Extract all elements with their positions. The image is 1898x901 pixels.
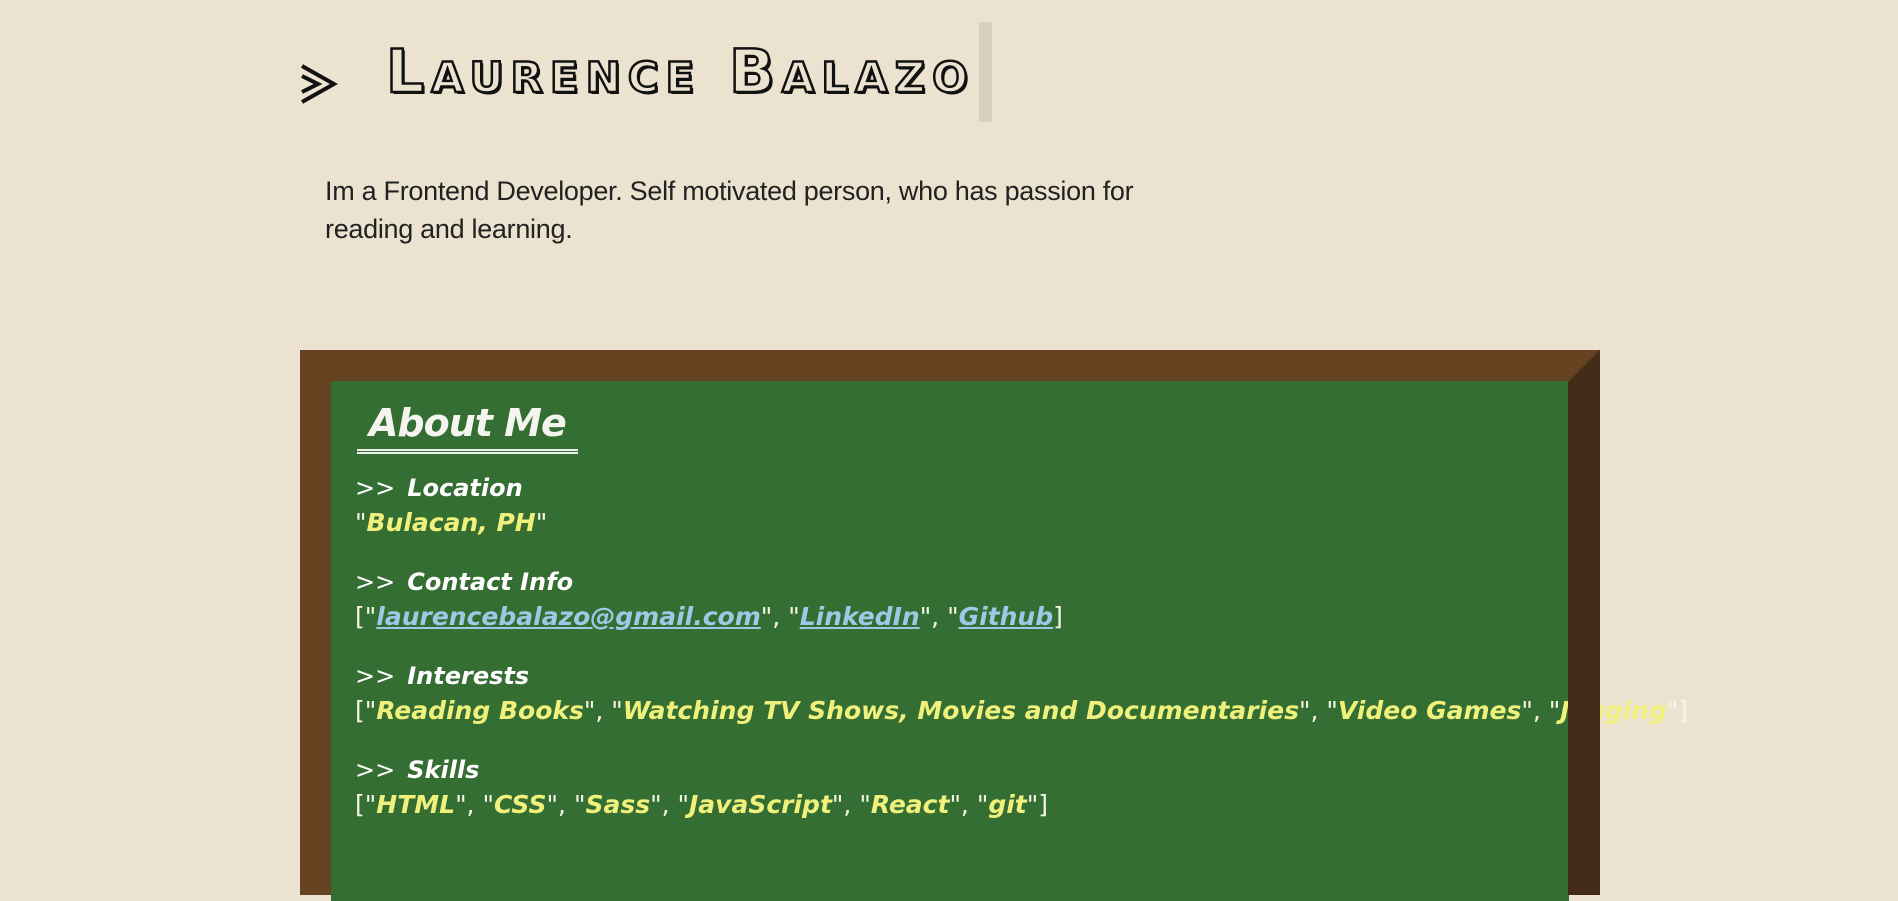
location-value-line: "Bulacan, PH": [355, 508, 548, 537]
github-link[interactable]: Github: [959, 602, 1054, 631]
interests-label-line: >> Interests: [355, 659, 1688, 693]
location-label-line: >> Location: [355, 471, 547, 505]
skills-label: Skills: [407, 756, 480, 784]
about-me-heading: About Me: [357, 401, 578, 454]
skill-item: JavaScript: [689, 790, 832, 819]
skill-item: HTML: [376, 790, 456, 819]
text-cursor: [978, 22, 992, 122]
skills-label-line: >> Skills: [355, 753, 1048, 787]
arrows-marker: >>: [355, 568, 396, 596]
interests-section: >> Interests ["Reading Books", "Watching …: [355, 659, 1688, 729]
page-title: Laurence Balazo: [385, 36, 975, 109]
bio-text: Im a Frontend Developer. Self motivated …: [325, 176, 1134, 244]
interest-item: Video Games: [1337, 696, 1522, 725]
interest-item: Reading Books: [376, 696, 584, 725]
skills-section: >> Skills ["HTML", "CSS", "Sass", "JavaSc…: [355, 753, 1048, 823]
skill-item: CSS: [493, 790, 547, 819]
skills-value-line: ["HTML", "CSS", "Sass", "JavaScript", "R…: [355, 790, 1049, 819]
linkedin-link[interactable]: LinkedIn: [800, 602, 920, 631]
contact-value-line: ["laurencebalazo@gmail.com", "LinkedIn",…: [355, 602, 1063, 631]
interest-item: Watching TV Shows, Movies and Documentar…: [622, 696, 1299, 725]
contact-section: >> Contact Info ["laurencebalazo@gmail.co…: [355, 565, 1063, 635]
skill-item: git: [988, 790, 1027, 819]
arrows-marker: >>: [355, 474, 396, 502]
contact-label: Contact Info: [407, 568, 574, 596]
arrows-marker: >>: [355, 662, 396, 690]
interests-value-line: ["Reading Books", "Watching TV Shows, Mo…: [355, 696, 1689, 725]
chevron-right-icon: [301, 64, 338, 104]
location-label: Location: [407, 474, 523, 502]
location-section: >> Location "Bulacan, PH": [355, 471, 547, 541]
page-header: Laurence Balazo: [300, 22, 992, 122]
email-link[interactable]: laurencebalazo@gmail.com: [376, 602, 761, 631]
skill-item: React: [870, 790, 950, 819]
contact-label-line: >> Contact Info: [355, 565, 1063, 599]
interest-item: Jogging: [1560, 696, 1667, 725]
arrows-marker: >>: [355, 756, 396, 784]
location-value: Bulacan, PH: [366, 508, 536, 537]
chalkboard: About Me >> Location "Bulacan, PH" >> Cont…: [331, 381, 1688, 901]
skill-item: Sass: [585, 790, 651, 819]
interests-label: Interests: [407, 662, 530, 690]
chalkboard-frame: About Me >> Location "Bulacan, PH" >> Cont…: [300, 350, 1688, 901]
